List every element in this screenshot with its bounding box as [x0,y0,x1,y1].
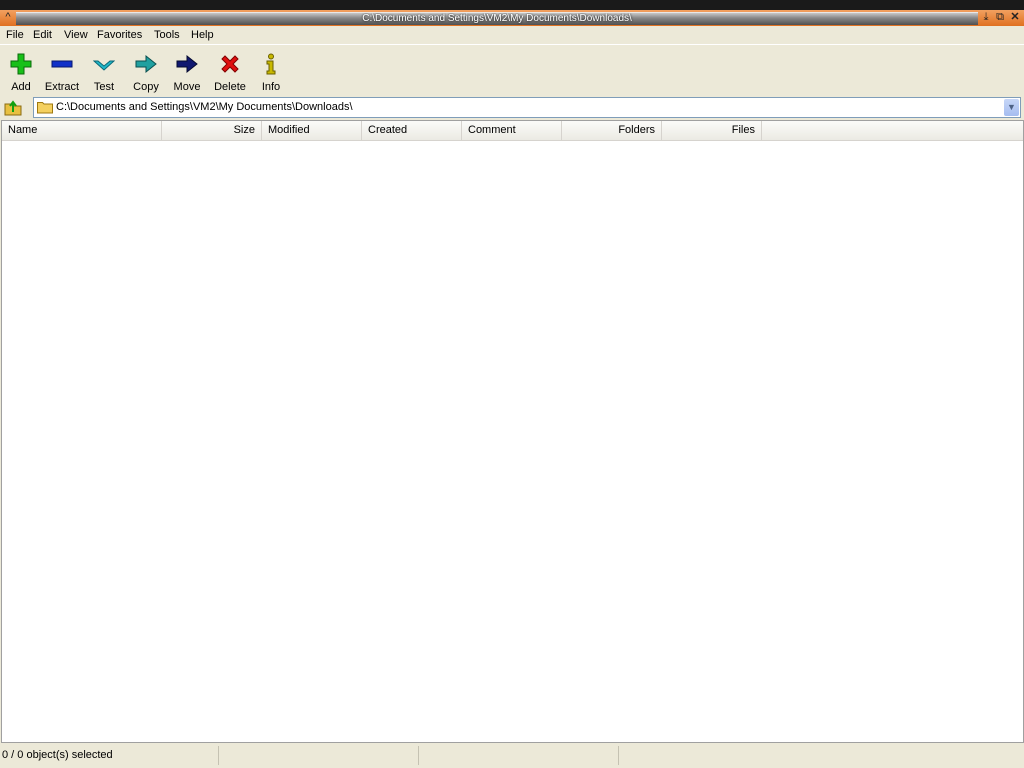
column-comment-label: Comment [468,124,516,136]
close-icon[interactable]: ✕ [1009,11,1021,23]
menu-tools[interactable]: Tools [154,28,180,42]
toolbar: Add Extract Test Copy Move Delete Info [0,44,1024,97]
status-cell-2 [219,746,419,765]
column-files-label: Files [731,124,755,136]
move-arrow-icon [176,54,198,74]
title-bar-center: C:\Documents and Settings\VM2\My Documen… [16,12,978,25]
check-icon [93,60,115,71]
menu-view[interactable]: View [64,28,88,42]
info-label: Info [261,81,281,93]
delete-x-icon [221,55,239,73]
copy-arrow-icon [135,54,157,74]
menu-bar: File Edit View Favorites Tools Help [0,26,1024,44]
folder-icon [37,102,53,114]
address-field[interactable]: C:\Documents and Settings\VM2\My Documen… [33,97,1021,118]
column-files[interactable]: Files [662,121,762,140]
list-header: Name Size Modified Created Comment Folde… [2,121,1023,141]
up-folder-icon[interactable] [4,98,22,116]
window-menu-icon[interactable]: ^ [2,11,14,23]
minus-icon [51,60,73,68]
info-icon [266,53,276,75]
file-list[interactable]: Name Size Modified Created Comment Folde… [1,120,1024,743]
column-folders-label: Folders [618,124,655,136]
column-comment[interactable]: Comment [462,121,562,140]
maximize-icon[interactable]: ⧉ [994,11,1006,23]
screen-top-strip [0,0,1024,10]
menu-file[interactable]: File [6,28,24,42]
title-bar[interactable]: ^ C:\Documents and Settings\VM2\My Docum… [0,10,1024,26]
info-button[interactable]: Info [250,49,292,95]
chevron-down-icon: ▼ [1007,102,1016,112]
plus-icon [10,53,32,75]
address-dropdown-button[interactable]: ▼ [1004,99,1019,116]
column-size-label: Size [233,124,255,136]
column-created[interactable]: Created [362,121,462,140]
menu-help[interactable]: Help [191,28,214,42]
menu-favorites[interactable]: Favorites [97,28,142,42]
move-button[interactable]: Move [166,49,208,95]
column-modified[interactable]: Modified [262,121,362,140]
minimize-icon[interactable]: ⤓ [980,11,992,23]
menu-edit[interactable]: Edit [33,28,52,42]
status-cell-3 [419,746,619,765]
window-title: C:\Documents and Settings\VM2\My Documen… [362,13,632,24]
column-name-label: Name [8,124,38,136]
column-modified-label: Modified [268,124,310,136]
column-folders[interactable]: Folders [562,121,662,140]
address-row: C:\Documents and Settings\VM2\My Documen… [0,96,1024,120]
status-bar: 0 / 0 object(s) selected [0,743,1024,768]
column-size[interactable]: Size [162,121,262,140]
status-selection: 0 / 0 object(s) selected [0,746,219,765]
address-path: C:\Documents and Settings\VM2\My Documen… [56,101,353,113]
column-created-label: Created [368,124,408,136]
column-name[interactable]: Name [2,121,162,140]
